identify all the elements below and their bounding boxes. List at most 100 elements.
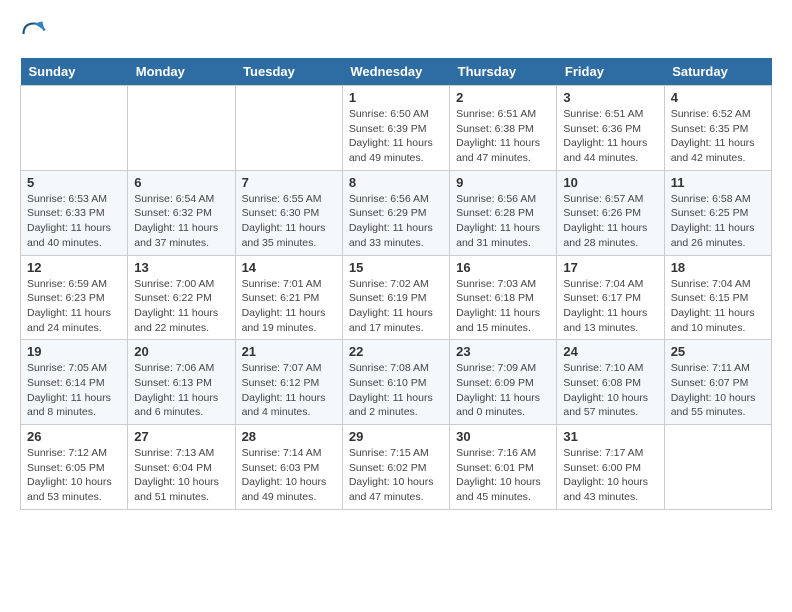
day-info: Sunrise: 6:54 AM Sunset: 6:32 PM Dayligh…: [134, 192, 228, 251]
day-info: Sunrise: 7:07 AM Sunset: 6:12 PM Dayligh…: [242, 361, 336, 420]
day-info: Sunrise: 7:00 AM Sunset: 6:22 PM Dayligh…: [134, 277, 228, 336]
day-info: Sunrise: 7:08 AM Sunset: 6:10 PM Dayligh…: [349, 361, 443, 420]
day-info: Sunrise: 7:15 AM Sunset: 6:02 PM Dayligh…: [349, 446, 443, 505]
calendar-day-5: 5Sunrise: 6:53 AM Sunset: 6:33 PM Daylig…: [21, 170, 128, 255]
day-info: Sunrise: 6:56 AM Sunset: 6:29 PM Dayligh…: [349, 192, 443, 251]
calendar-day-18: 18Sunrise: 7:04 AM Sunset: 6:15 PM Dayli…: [664, 255, 771, 340]
calendar-day-9: 9 Sunrise: 6:56 AM Sunset: 6:28 PM Daylig…: [450, 170, 557, 255]
weekday-header-friday: Friday: [557, 58, 664, 86]
calendar-day-31: 31 Sunrise: 7:17 AM Sunset: 6:00 PM Dayli…: [557, 425, 664, 510]
calendar-table: SundayMondayTuesdayWednesdayThursdayFrid…: [20, 58, 772, 510]
day-number: 21: [242, 344, 336, 359]
calendar-empty-cell: [128, 86, 235, 171]
day-number: 15: [349, 260, 443, 275]
day-number: 14: [242, 260, 336, 275]
calendar-day-19: 19Sunrise: 7:05 AM Sunset: 6:14 PM Dayli…: [21, 340, 128, 425]
calendar-week-4: 19Sunrise: 7:05 AM Sunset: 6:14 PM Dayli…: [21, 340, 772, 425]
calendar-day-14: 14 Sunrise: 7:01 AM Sunset: 6:21 PM Dayli…: [235, 255, 342, 340]
weekday-header-sunday: Sunday: [21, 58, 128, 86]
day-info: Sunrise: 7:04 AM Sunset: 6:17 PM Dayligh…: [563, 277, 657, 336]
day-number: 28: [242, 429, 336, 444]
calendar-day-7: 7 Sunrise: 6:55 AM Sunset: 6:30 PM Daylig…: [235, 170, 342, 255]
day-number: 25: [671, 344, 765, 359]
calendar-empty-cell: [21, 86, 128, 171]
day-info: Sunrise: 6:51 AM Sunset: 6:36 PM Dayligh…: [563, 107, 657, 166]
calendar-day-4: 4 Sunrise: 6:52 AM Sunset: 6:35 PM Daylig…: [664, 86, 771, 171]
calendar-empty-cell: [235, 86, 342, 171]
calendar-day-2: 2 Sunrise: 6:51 AM Sunset: 6:38 PM Daylig…: [450, 86, 557, 171]
calendar-week-1: 1 Sunrise: 6:50 AM Sunset: 6:39 PM Daylig…: [21, 86, 772, 171]
day-info: Sunrise: 7:01 AM Sunset: 6:21 PM Dayligh…: [242, 277, 336, 336]
calendar-header-row: SundayMondayTuesdayWednesdayThursdayFrid…: [21, 58, 772, 86]
day-number: 18: [671, 260, 765, 275]
day-info: Sunrise: 7:11 AM Sunset: 6:07 PM Dayligh…: [671, 361, 765, 420]
calendar-day-26: 26Sunrise: 7:12 AM Sunset: 6:05 PM Dayli…: [21, 425, 128, 510]
day-number: 12: [27, 260, 121, 275]
day-number: 24: [563, 344, 657, 359]
day-info: Sunrise: 6:52 AM Sunset: 6:35 PM Dayligh…: [671, 107, 765, 166]
day-number: 2: [456, 90, 550, 105]
calendar-day-21: 21 Sunrise: 7:07 AM Sunset: 6:12 PM Dayli…: [235, 340, 342, 425]
calendar-day-6: 6Sunrise: 6:54 AM Sunset: 6:32 PM Daylig…: [128, 170, 235, 255]
calendar-day-1: 1 Sunrise: 6:50 AM Sunset: 6:39 PM Daylig…: [342, 86, 449, 171]
calendar-day-27: 27 Sunrise: 7:13 AM Sunset: 6:04 PM Dayli…: [128, 425, 235, 510]
calendar-day-13: 13 Sunrise: 7:00 AM Sunset: 6:22 PM Dayli…: [128, 255, 235, 340]
day-info: Sunrise: 6:58 AM Sunset: 6:25 PM Dayligh…: [671, 192, 765, 251]
day-info: Sunrise: 6:56 AM Sunset: 6:28 PM Dayligh…: [456, 192, 550, 251]
day-info: Sunrise: 6:55 AM Sunset: 6:30 PM Dayligh…: [242, 192, 336, 251]
calendar-day-28: 28Sunrise: 7:14 AM Sunset: 6:03 PM Dayli…: [235, 425, 342, 510]
day-info: Sunrise: 7:12 AM Sunset: 6:05 PM Dayligh…: [27, 446, 121, 505]
calendar-week-3: 12 Sunrise: 6:59 AM Sunset: 6:23 PM Dayli…: [21, 255, 772, 340]
calendar-day-10: 10 Sunrise: 6:57 AM Sunset: 6:26 PM Dayli…: [557, 170, 664, 255]
day-info: Sunrise: 7:09 AM Sunset: 6:09 PM Dayligh…: [456, 361, 550, 420]
calendar-day-29: 29 Sunrise: 7:15 AM Sunset: 6:02 PM Dayli…: [342, 425, 449, 510]
day-number: 1: [349, 90, 443, 105]
calendar-day-12: 12 Sunrise: 6:59 AM Sunset: 6:23 PM Dayli…: [21, 255, 128, 340]
day-number: 9: [456, 175, 550, 190]
day-number: 19: [27, 344, 121, 359]
day-info: Sunrise: 6:53 AM Sunset: 6:33 PM Dayligh…: [27, 192, 121, 251]
day-info: Sunrise: 6:51 AM Sunset: 6:38 PM Dayligh…: [456, 107, 550, 166]
day-info: Sunrise: 7:02 AM Sunset: 6:19 PM Dayligh…: [349, 277, 443, 336]
weekday-header-monday: Monday: [128, 58, 235, 86]
day-number: 4: [671, 90, 765, 105]
day-info: Sunrise: 6:59 AM Sunset: 6:23 PM Dayligh…: [27, 277, 121, 336]
day-number: 30: [456, 429, 550, 444]
day-number: 23: [456, 344, 550, 359]
day-number: 7: [242, 175, 336, 190]
day-number: 3: [563, 90, 657, 105]
day-number: 8: [349, 175, 443, 190]
calendar-empty-cell: [664, 425, 771, 510]
day-number: 10: [563, 175, 657, 190]
day-info: Sunrise: 7:16 AM Sunset: 6:01 PM Dayligh…: [456, 446, 550, 505]
day-info: Sunrise: 7:06 AM Sunset: 6:13 PM Dayligh…: [134, 361, 228, 420]
day-info: Sunrise: 7:17 AM Sunset: 6:00 PM Dayligh…: [563, 446, 657, 505]
day-number: 29: [349, 429, 443, 444]
logo: [20, 20, 52, 48]
day-info: Sunrise: 6:50 AM Sunset: 6:39 PM Dayligh…: [349, 107, 443, 166]
day-info: Sunrise: 6:57 AM Sunset: 6:26 PM Dayligh…: [563, 192, 657, 251]
day-info: Sunrise: 7:13 AM Sunset: 6:04 PM Dayligh…: [134, 446, 228, 505]
day-number: 11: [671, 175, 765, 190]
calendar-week-5: 26Sunrise: 7:12 AM Sunset: 6:05 PM Dayli…: [21, 425, 772, 510]
day-info: Sunrise: 7:10 AM Sunset: 6:08 PM Dayligh…: [563, 361, 657, 420]
day-number: 27: [134, 429, 228, 444]
day-number: 31: [563, 429, 657, 444]
calendar-day-11: 11 Sunrise: 6:58 AM Sunset: 6:25 PM Dayli…: [664, 170, 771, 255]
calendar-day-30: 30 Sunrise: 7:16 AM Sunset: 6:01 PM Dayli…: [450, 425, 557, 510]
calendar-day-8: 8 Sunrise: 6:56 AM Sunset: 6:29 PM Daylig…: [342, 170, 449, 255]
calendar-day-22: 22 Sunrise: 7:08 AM Sunset: 6:10 PM Dayli…: [342, 340, 449, 425]
calendar-day-23: 23 Sunrise: 7:09 AM Sunset: 6:09 PM Dayli…: [450, 340, 557, 425]
weekday-header-thursday: Thursday: [450, 58, 557, 86]
day-number: 22: [349, 344, 443, 359]
weekday-header-tuesday: Tuesday: [235, 58, 342, 86]
calendar-day-25: 25 Sunrise: 7:11 AM Sunset: 6:07 PM Dayli…: [664, 340, 771, 425]
calendar-day-3: 3 Sunrise: 6:51 AM Sunset: 6:36 PM Daylig…: [557, 86, 664, 171]
calendar-day-15: 15 Sunrise: 7:02 AM Sunset: 6:19 PM Dayli…: [342, 255, 449, 340]
calendar-week-2: 5Sunrise: 6:53 AM Sunset: 6:33 PM Daylig…: [21, 170, 772, 255]
calendar-day-16: 16Sunrise: 7:03 AM Sunset: 6:18 PM Dayli…: [450, 255, 557, 340]
day-number: 20: [134, 344, 228, 359]
day-info: Sunrise: 7:03 AM Sunset: 6:18 PM Dayligh…: [456, 277, 550, 336]
page-header: [20, 20, 772, 48]
day-number: 13: [134, 260, 228, 275]
